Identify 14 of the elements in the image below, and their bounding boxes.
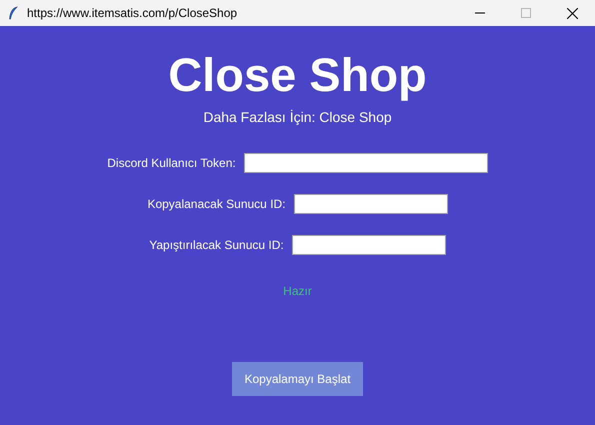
field-label: Yapıştırılacak Sunucu ID:	[149, 237, 284, 254]
window-title: https://www.itemsatis.com/p/CloseShop	[27, 5, 238, 22]
status-text: Hazır	[283, 283, 312, 300]
field-label: Kopyalanacak Sunucu ID:	[147, 196, 286, 213]
maximize-icon[interactable]	[521, 8, 531, 18]
field-label: Discord Kullanıcı Token:	[107, 155, 236, 172]
feather-icon	[8, 6, 18, 20]
input-field[interactable]	[292, 235, 446, 255]
subtitle: Daha Fazlası İçin: Close Shop	[203, 108, 392, 127]
close-icon[interactable]	[567, 8, 578, 18]
input-field[interactable]	[244, 153, 488, 173]
start-button[interactable]: Kopyalamayı Başlat	[232, 362, 363, 396]
input-field[interactable]	[294, 194, 448, 214]
app-heading: Close Shop	[168, 47, 427, 103]
